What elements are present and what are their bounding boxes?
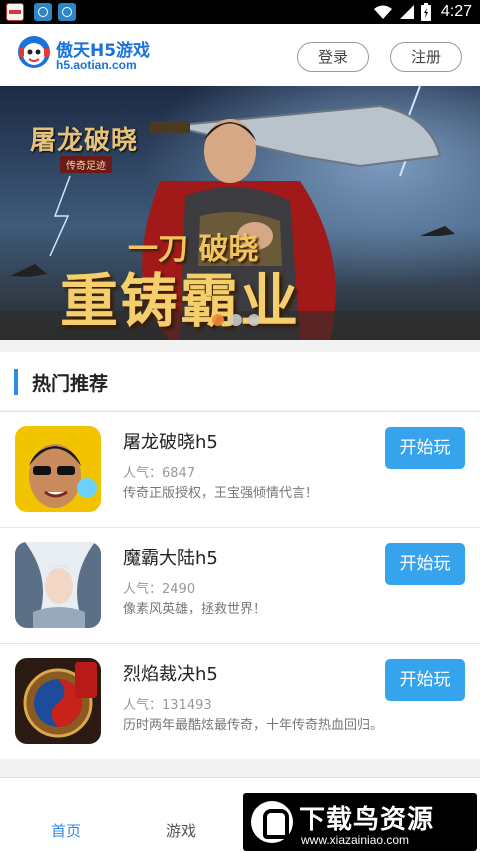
clock: 4:27	[440, 3, 472, 20]
nav-games[interactable]: 游戏	[166, 820, 196, 841]
game-list: 屠龙破晓h5 人气：6847 传奇正版授权，王宝强倾情代言！ 开始玩 魔霸大陆h…	[0, 411, 480, 759]
banner-game-title: 屠龙破晓	[30, 126, 139, 156]
section-accent-bar	[14, 369, 18, 395]
carousel-indicators	[212, 314, 260, 326]
game-name[interactable]: 烈焰裁决h5	[123, 660, 218, 686]
app-icon	[6, 3, 24, 21]
game-icon-moba[interactable]	[15, 542, 101, 628]
list-item[interactable]: 烈焰裁决h5 人气：131493 历时两年最酷炫最传奇，十年传奇热血回归。 开始…	[0, 643, 480, 759]
status-bar: 4:27	[0, 0, 480, 24]
logo-mascot-icon[interactable]	[16, 34, 52, 70]
browser-icon	[58, 3, 76, 21]
carousel-dot[interactable]	[230, 314, 242, 326]
site-url[interactable]: h5.aotian.com	[56, 58, 137, 72]
watermark-text: 下载鸟资源	[299, 805, 435, 835]
promo-banner[interactable]: 屠龙破晓 传奇足迹 一刀 破晓 重铸霸业	[0, 86, 480, 340]
game-icon-lieyan[interactable]	[15, 658, 101, 744]
banner-game-subtitle: 传奇足迹	[60, 156, 112, 173]
signal-icon	[399, 5, 414, 19]
game-description: 像素风英雄，拯救世界！	[123, 602, 267, 617]
banner-slogan-line2: 重铸霸业	[60, 267, 301, 335]
play-button[interactable]: 开始玩	[385, 427, 465, 469]
header: 傲天H5游戏 h5.aotian.com 登录 注册	[0, 24, 480, 86]
battery-icon	[420, 3, 431, 21]
game-description: 历时两年最酷炫最传奇，十年传奇热血回归。	[123, 718, 384, 733]
browser-icon	[34, 3, 52, 21]
section-title: 热门推荐	[32, 373, 109, 395]
watermark-url: www.xiazainiao.com	[301, 833, 410, 847]
list-item[interactable]: 魔霸大陆h5 人气：2490 像素风英雄，拯救世界！ 开始玩	[0, 527, 480, 643]
game-popularity: 人气：2490	[123, 582, 196, 597]
register-button[interactable]: 注册	[390, 42, 462, 72]
hot-section-header: 热门推荐	[0, 352, 480, 410]
play-button[interactable]: 开始玩	[385, 659, 465, 701]
login-button[interactable]: 登录	[297, 42, 369, 72]
game-popularity: 人气：131493	[123, 698, 212, 713]
play-button[interactable]: 开始玩	[385, 543, 465, 585]
carousel-dot[interactable]	[248, 314, 260, 326]
game-description: 传奇正版授权，王宝强倾情代言！	[123, 486, 319, 501]
watermark-logo-icon	[251, 801, 293, 843]
nav-home[interactable]: 首页	[51, 820, 81, 841]
game-name[interactable]: 魔霸大陆h5	[123, 544, 218, 570]
carousel-dot[interactable]	[212, 314, 224, 326]
game-name[interactable]: 屠龙破晓h5	[123, 428, 218, 454]
game-popularity: 人气：6847	[123, 466, 196, 481]
wifi-icon	[373, 5, 392, 19]
watermark: 下载鸟资源 www.xiazainiao.com	[243, 793, 477, 851]
list-item[interactable]: 屠龙破晓h5 人气：6847 传奇正版授权，王宝强倾情代言！ 开始玩	[0, 411, 480, 527]
game-icon-tulong[interactable]	[15, 426, 101, 512]
